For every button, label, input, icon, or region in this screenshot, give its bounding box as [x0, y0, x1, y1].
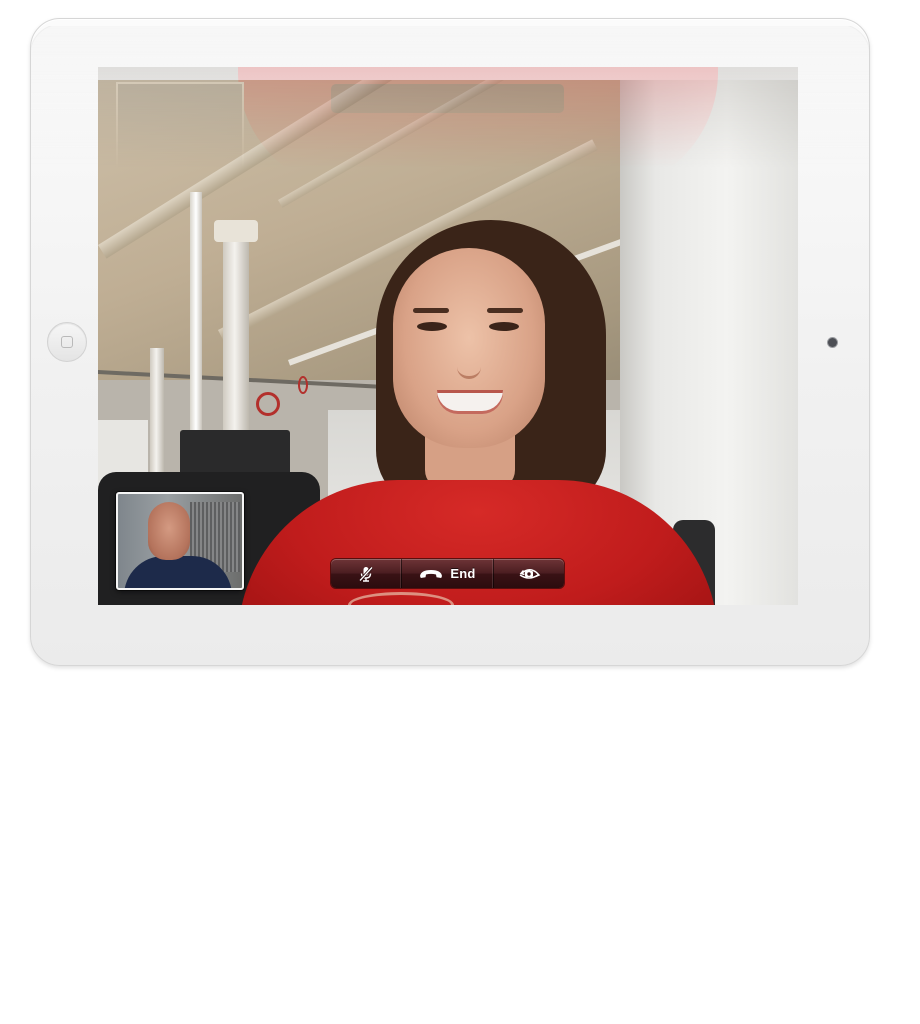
microphone-muted-icon [358, 565, 373, 582]
hose-reel [256, 392, 280, 416]
camera-flip-icon [519, 568, 541, 579]
self-view-preview[interactable] [116, 492, 244, 590]
brow [413, 308, 449, 313]
mouth [437, 390, 503, 411]
home-button[interactable] [47, 322, 87, 362]
home-square-icon [61, 336, 73, 348]
call-control-bar: End [331, 559, 564, 588]
switch-camera-button[interactable] [493, 559, 564, 588]
hose-reel [298, 376, 308, 394]
self-view-face [148, 502, 190, 560]
eye [417, 322, 447, 331]
remote-person-face [393, 248, 545, 448]
end-call-label: End [450, 566, 476, 581]
eye [489, 322, 519, 331]
brow [487, 308, 523, 313]
end-call-button[interactable]: End [400, 559, 494, 588]
phone-hangup-icon [420, 569, 443, 578]
column-capital [214, 220, 258, 242]
nose [457, 346, 481, 379]
front-camera-icon [828, 338, 837, 347]
mute-button[interactable] [331, 559, 401, 588]
